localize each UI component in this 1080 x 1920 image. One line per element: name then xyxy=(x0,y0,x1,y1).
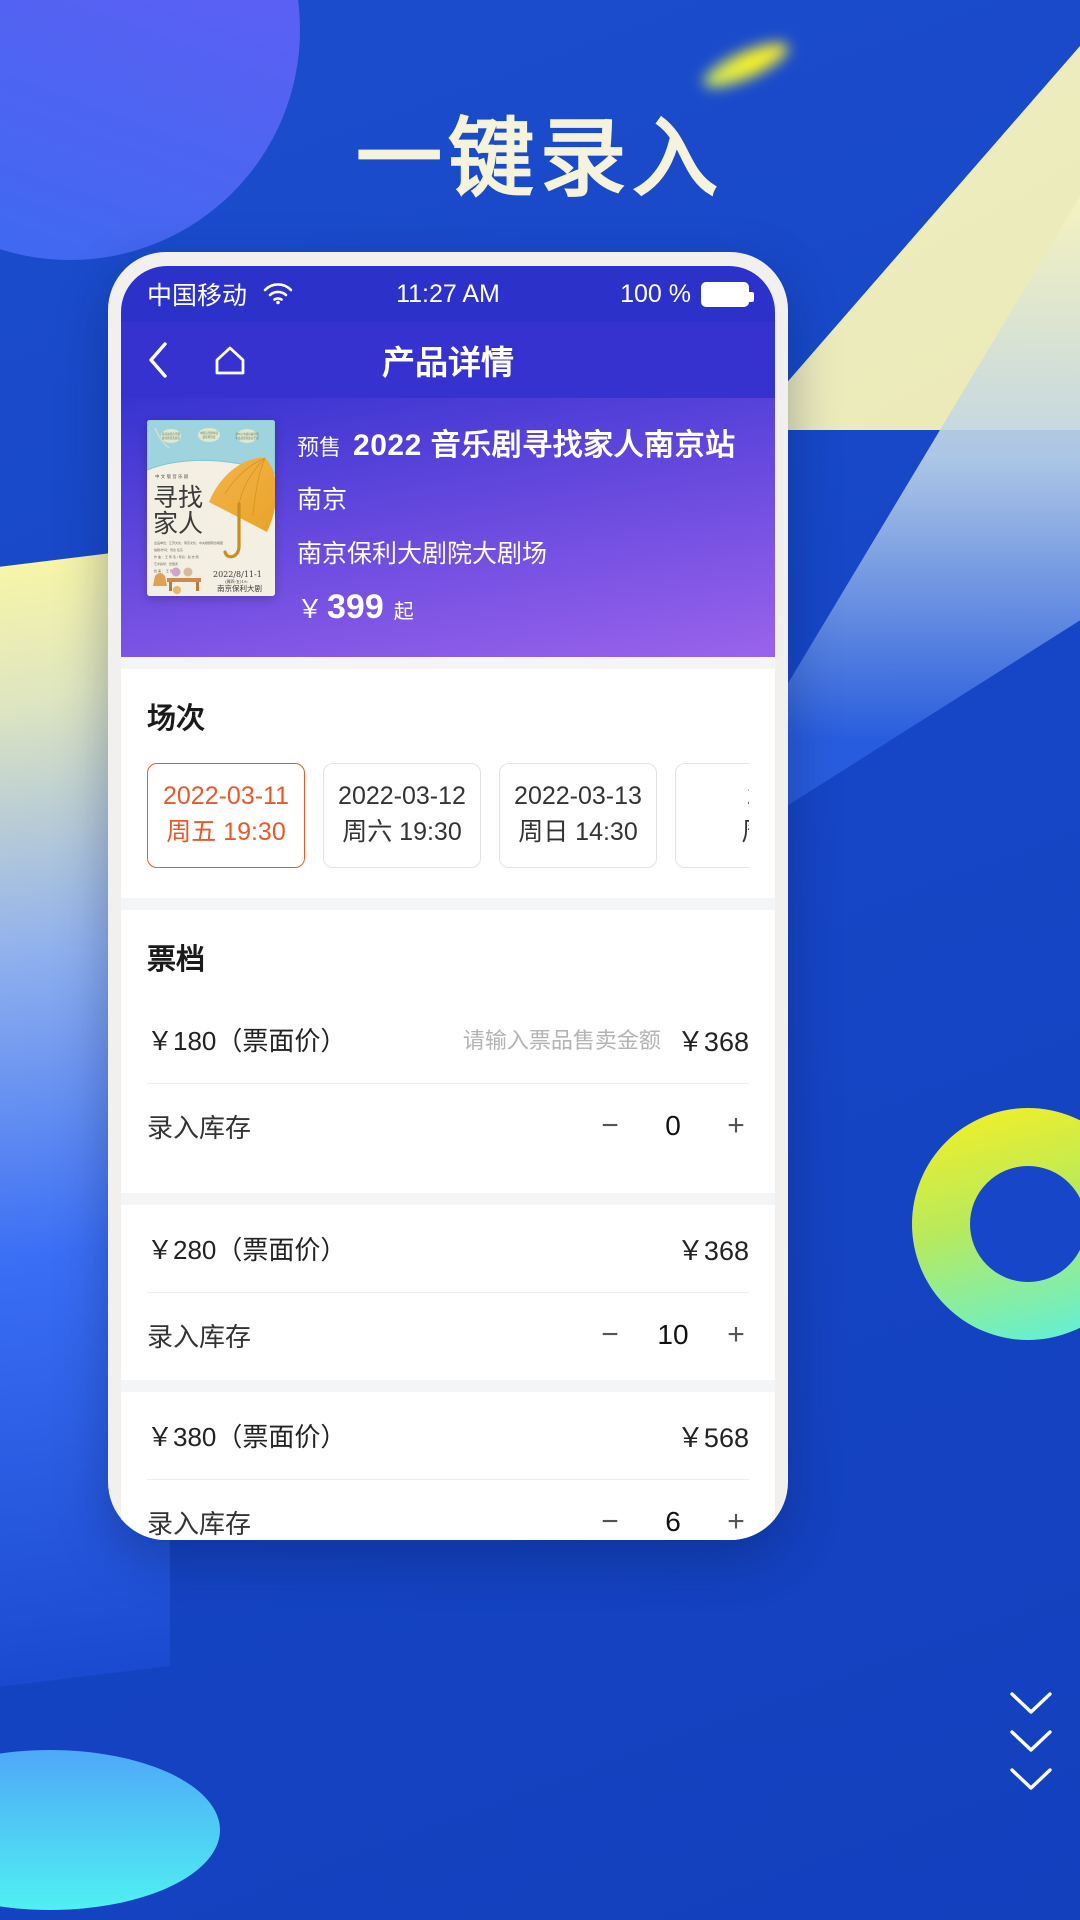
svg-text:2022/8/11-1: 2022/8/11-1 xyxy=(213,570,262,579)
tier-face-value: ￥280（票面价） xyxy=(147,1234,347,1265)
svg-text:中 文 版 音 乐 剧: 中 文 版 音 乐 剧 xyxy=(155,473,189,480)
svg-text:艺术指导：张国勇: 艺术指导：张国勇 xyxy=(154,561,178,566)
ticket-tier: ￥280（票面价） ￥368 录入库存 − 10 + xyxy=(121,1204,775,1380)
presale-tag: 预售 xyxy=(297,435,342,460)
product-venue: 南京保利大剧院大剧场 xyxy=(297,540,548,568)
nav-bar: 产品详情 xyxy=(121,322,775,398)
stock-value[interactable]: 10 xyxy=(653,1319,693,1351)
price-amount: 399 xyxy=(327,588,384,626)
price-suffix: 起 xyxy=(393,601,414,623)
session-weekday-time: 周 xyxy=(676,814,749,850)
session-date: 2022-03-12 xyxy=(338,782,466,810)
battery-full-icon xyxy=(701,281,755,307)
promo-headline: 一键录入 xyxy=(356,111,724,207)
sell-price-input[interactable]: ￥568 xyxy=(677,1416,749,1455)
stock-stepper[interactable]: − 0 + xyxy=(597,1109,749,1143)
ticket-tier: ￥380（票面价） ￥568 录入库存 − 6 + xyxy=(121,1391,775,1540)
svg-text:观众心中最好看的剧: 观众心中最好看的剧 xyxy=(235,432,259,436)
svg-text:最佳剧目奖提名: 最佳剧目奖提名 xyxy=(162,436,181,440)
session-card[interactable]: 2022-03-11 周五 19:30 xyxy=(147,763,305,868)
chevron-left-icon[interactable] xyxy=(147,341,169,379)
chevron-down-icon xyxy=(1010,1692,1052,1714)
phone-screen: 中国移动 11:27 AM 100 % 产品详情 荣获最佳音乐剧 最佳剧目奖提名… xyxy=(121,266,775,1540)
stock-label: 录入库存 xyxy=(147,1112,252,1143)
currency-symbol: ￥ xyxy=(297,594,324,624)
minus-icon[interactable]: − xyxy=(597,1318,623,1352)
chevron-down-icon xyxy=(1010,1730,1052,1752)
svg-text:南京保利大剧: 南京保利大剧 xyxy=(217,583,262,593)
plus-icon[interactable]: + xyxy=(723,1318,749,1352)
tier-face-value: ￥380（票面价） xyxy=(147,1421,347,1452)
sessions-section: 场次 2022-03-11 周五 19:30 2022-03-12 周六 19:… xyxy=(121,669,775,898)
sell-price-placeholder: 请输入票品售卖金额 xyxy=(462,1028,661,1053)
plus-icon[interactable]: + xyxy=(723,1505,749,1539)
svg-text:荣获最佳音乐剧: 荣获最佳音乐剧 xyxy=(162,432,181,436)
svg-text:最佳原创奖: 最佳原创奖 xyxy=(203,435,216,439)
svg-text:家人: 家人 xyxy=(153,509,203,538)
session-date: 2 xyxy=(676,778,749,814)
session-list[interactable]: 2022-03-11 周五 19:30 2022-03-12 周六 19:30 … xyxy=(147,763,749,868)
svg-text:作 曲 ：王 阿 毛 / 导演：赵 志 刚: 作 曲 ：王 阿 毛 / 导演：赵 志 刚 xyxy=(154,554,199,559)
carrier-label: 中国移动 xyxy=(147,282,248,310)
stock-label: 录入库存 xyxy=(147,1321,252,1352)
stock-value[interactable]: 6 xyxy=(653,1506,693,1538)
stock-stepper[interactable]: − 6 + xyxy=(597,1505,749,1539)
scroll-hint-arrows xyxy=(1010,1692,1052,1790)
product-title: 2022 音乐剧寻找家人南京站 xyxy=(353,429,736,462)
session-card[interactable]: 2022-03-13 周日 14:30 xyxy=(499,763,657,868)
battery-percent-label: 100 % xyxy=(620,279,692,308)
stock-value[interactable]: 0 xyxy=(653,1110,693,1142)
session-weekday-time: 周日 14:30 xyxy=(518,818,638,847)
stock-stepper[interactable]: − 10 + xyxy=(597,1318,749,1352)
session-date: 2022-03-13 xyxy=(514,782,642,810)
svg-text:出品单位：江苏文化、南京文化、中央歌剧院合唱团: 出品单位：江苏文化、南京文化、中央歌剧院合唱团 xyxy=(154,540,223,545)
svg-text:年度最受欢迎音乐剧: 年度最受欢迎音乐剧 xyxy=(235,436,259,440)
session-card[interactable]: 2022-03-12 周六 19:30 xyxy=(323,763,481,868)
chevron-down-icon xyxy=(1010,1768,1052,1790)
session-weekday-time: 周五 19:30 xyxy=(166,818,286,847)
session-card[interactable]: 2 周 xyxy=(675,763,749,868)
product-price: ￥ 399 起 xyxy=(297,588,749,627)
tier-face-value: ￥180（票面价） xyxy=(147,1025,347,1056)
svg-text:中国音乐剧年度: 中国音乐剧年度 xyxy=(200,431,219,435)
status-bar: 中国移动 11:27 AM 100 % xyxy=(121,266,775,322)
plus-icon[interactable]: + xyxy=(723,1109,749,1143)
session-weekday-time: 周六 19:30 xyxy=(342,818,462,847)
svg-text:编剧/作词：何念 任东: 编剧/作词：何念 任东 xyxy=(154,547,183,552)
sessions-title: 场次 xyxy=(147,703,206,735)
session-date: 2022-03-11 xyxy=(162,782,290,810)
sell-price-input[interactable]: ￥368 xyxy=(677,1229,749,1268)
sell-price-input[interactable]: ￥368 xyxy=(677,1020,749,1059)
home-icon[interactable] xyxy=(213,343,247,377)
svg-text:寻找: 寻找 xyxy=(153,483,203,512)
product-hero: 荣获最佳音乐剧 最佳剧目奖提名 中国音乐剧年度 最佳原创奖 观众心中最好看的剧 年度最… xyxy=(121,398,775,657)
minus-icon[interactable]: − xyxy=(597,1109,623,1143)
product-city: 南京 xyxy=(297,486,348,514)
poster-image[interactable]: 荣获最佳音乐剧 最佳剧目奖提名 中国音乐剧年度 最佳原创奖 观众心中最好看的剧 年度最… xyxy=(147,420,275,596)
phone-mockup: 中国移动 11:27 AM 100 % 产品详情 荣获最佳音乐剧 最佳剧目奖提名… xyxy=(108,252,788,1540)
stock-label: 录入库存 xyxy=(147,1508,252,1539)
minus-icon[interactable]: − xyxy=(597,1505,623,1539)
wifi-icon xyxy=(263,283,293,305)
tickets-section-header: 票档 ￥180（票面价） 请输入票品售卖金额 ￥368 录入库存 − 0 + xyxy=(121,909,775,1193)
ticket-tier: ￥180（票面价） 请输入票品售卖金额 ￥368 录入库存 − 0 + xyxy=(147,989,749,1171)
tickets-title: 票档 xyxy=(147,943,206,976)
status-time: 11:27 AM xyxy=(396,279,500,308)
